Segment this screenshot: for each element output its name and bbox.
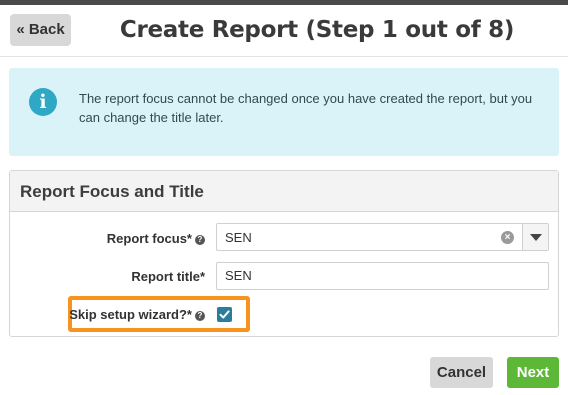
skip-wizard-label: Skip setup wizard?* <box>69 307 192 322</box>
report-focus-label-row: Report focus*? <box>107 231 205 246</box>
report-focus-label: Report focus* <box>106 231 192 246</box>
report-title-input[interactable]: SEN <box>216 262 549 290</box>
report-focus-panel: Report Focus and Title Report focus*? SE… <box>9 170 559 337</box>
report-focus-select[interactable]: SEN × <box>216 223 549 251</box>
chevron-down-icon[interactable] <box>522 224 548 250</box>
help-icon[interactable]: ? <box>195 234 205 245</box>
skip-wizard-label-row: Skip setup wizard?*? <box>69 307 205 322</box>
info-alert: i The report focus cannot be changed onc… <box>9 68 559 156</box>
back-button[interactable]: « Back <box>10 14 71 46</box>
report-title-label-row: Report title* <box>131 269 205 284</box>
report-focus-value: SEN <box>225 230 252 245</box>
next-button[interactable]: Next <box>507 357 559 388</box>
info-message: The report focus cannot be changed once … <box>79 91 533 125</box>
checkmark-icon <box>219 310 230 319</box>
page-title: Create Report (Step 1 out of 8) <box>119 17 515 43</box>
skip-wizard-checkbox[interactable] <box>217 307 232 322</box>
info-icon: i <box>29 88 57 116</box>
help-icon[interactable]: ? <box>195 310 205 321</box>
page-header: « Back Create Report (Step 1 out of 8) <box>0 5 568 57</box>
clear-icon[interactable]: × <box>501 231 514 244</box>
cancel-button[interactable]: Cancel <box>430 357 493 388</box>
report-title-label: Report title* <box>131 269 205 284</box>
panel-title: Report Focus and Title <box>10 171 558 212</box>
